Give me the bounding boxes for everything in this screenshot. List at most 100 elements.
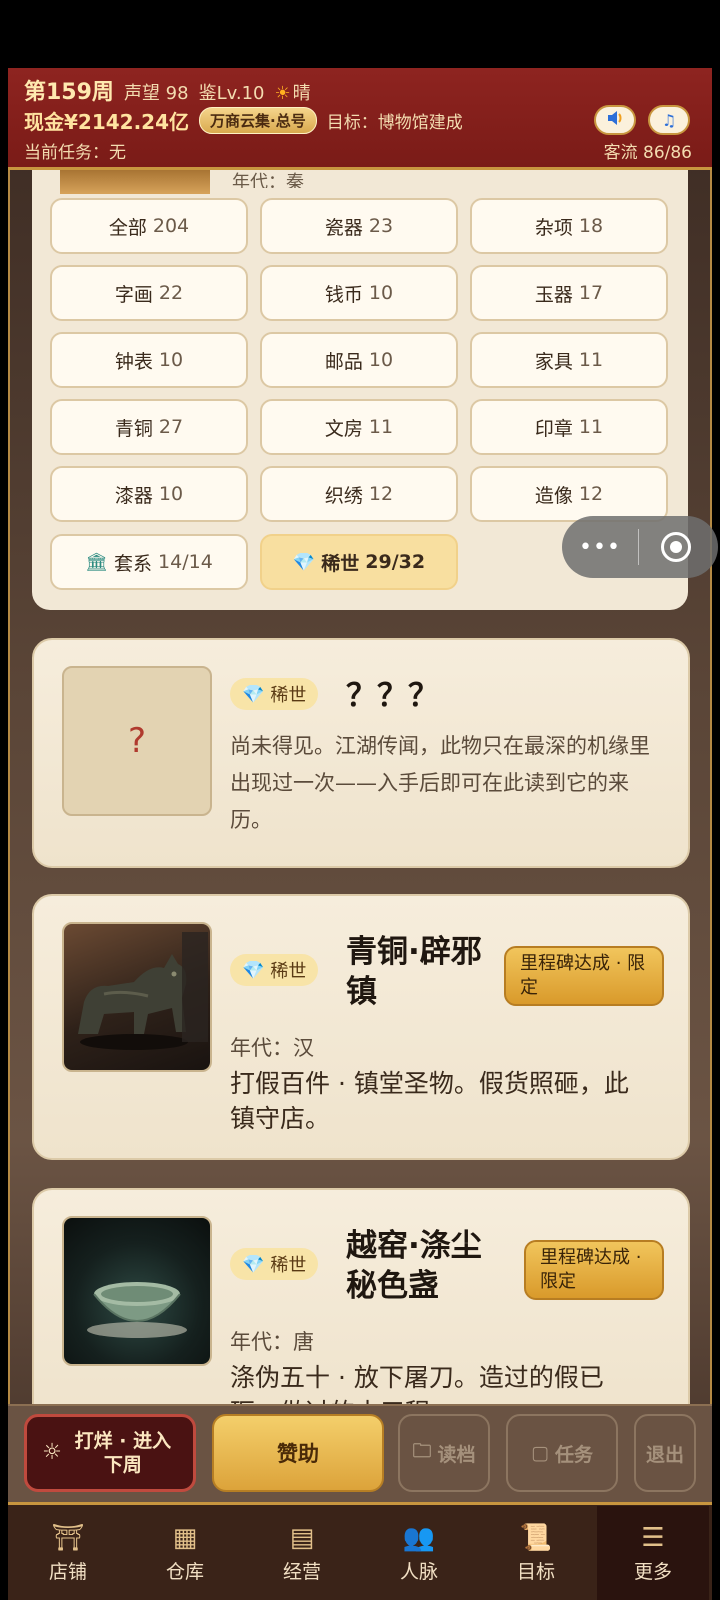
filter-chip[interactable]: 家具 11	[470, 332, 668, 388]
cash-label: 现金¥2142.24亿	[24, 110, 190, 134]
current-task-label: 当前任务：无	[24, 143, 126, 163]
diamond-icon: 💎	[292, 551, 316, 573]
filter-chip-label: 文房	[324, 417, 363, 440]
filter-chip[interactable]: 玉器 17	[470, 265, 668, 321]
milestone-badge: 里程碑达成 · 限定	[504, 946, 664, 1006]
filter-chip[interactable]: 字画 22	[50, 265, 248, 321]
filter-chip-rare[interactable]: 💎 稀世 29/32	[260, 534, 458, 590]
filter-chip-count: 29/32	[365, 551, 426, 573]
card-era: 年代：唐	[230, 1330, 314, 1354]
peek-item-era: 年代：秦	[232, 172, 304, 188]
tab-people[interactable]: 👥 人脉	[363, 1506, 475, 1600]
filter-chip-label: 邮品	[324, 350, 363, 373]
filter-chip-count: 11	[578, 349, 604, 371]
load-save-button[interactable]: 🗀 读档	[398, 1414, 490, 1492]
goal-label: 目标：博物馆建成	[326, 113, 463, 133]
museum-icon: 🏛	[85, 551, 109, 573]
filter-chip[interactable]: 造像 12	[470, 466, 668, 522]
more-icon: ☰	[641, 1522, 665, 1553]
milestone-badge: 里程碑达成 · 限定	[524, 1240, 664, 1300]
status-bar-area	[0, 0, 720, 68]
filter-chip-count: 10	[158, 483, 184, 505]
scroll-icon: 📜	[519, 1522, 553, 1553]
unknown-item-thumbnail: ?	[62, 666, 212, 816]
tab-label: 人脉	[399, 1560, 438, 1583]
tab-scroll[interactable]: 📜 目标	[480, 1506, 592, 1600]
filter-chip[interactable]: 全部 204	[50, 198, 248, 254]
tab-label: 仓库	[165, 1560, 204, 1583]
reputation-label: 声望 98	[123, 83, 189, 104]
filter-chip-label: 织绣	[324, 484, 363, 507]
rare-tag: 💎 稀世	[230, 954, 319, 986]
next-week-button[interactable]: ☼ 打烊 · 进入下周	[24, 1414, 196, 1492]
tasks-button[interactable]: ▢ 任务	[506, 1414, 618, 1492]
filter-chip-label: 家具	[534, 350, 573, 373]
filter-chip-count: 14/14	[158, 551, 213, 573]
music-button[interactable]: ♫	[648, 105, 690, 135]
filter-chip[interactable]: 邮品 10	[260, 332, 458, 388]
filter-chip-count: 22	[158, 282, 184, 304]
filter-chip[interactable]: 印章 11	[470, 399, 668, 455]
filter-chip[interactable]: 织绣 12	[260, 466, 458, 522]
filter-chip-label: 全部	[108, 216, 147, 239]
filter-chip[interactable]: 钱币 10	[260, 265, 458, 321]
filter-chip-label: 钟表	[114, 350, 153, 373]
filter-chip-count: 27	[158, 416, 184, 438]
close-circle-icon[interactable]	[661, 532, 691, 562]
collection-card-yue-kiln-bowl[interactable]: 💎 稀世 越窑·涤尘秘色盏 里程碑达成 · 限定 年代：唐 涤伪五十 · 放下屠…	[32, 1188, 690, 1418]
filter-chip[interactable]: 钟表 10	[50, 332, 248, 388]
capsule-divider	[638, 529, 639, 565]
traffic-label: 客流 86/86	[603, 143, 692, 163]
filter-chip-count: 12	[578, 483, 604, 505]
more-options-icon[interactable]: •••	[562, 535, 638, 560]
tab-label: 目标	[516, 1560, 555, 1583]
mini-program-capsule: •••	[562, 516, 718, 578]
filter-chip[interactable]: 漆器 10	[50, 466, 248, 522]
sound-button[interactable]	[594, 105, 636, 135]
collection-card-unknown[interactable]: ? 💎 稀世 ？？？ 尚未得见。江湖传闻，此物只在最深的机缘里出现过一次——入手…	[32, 638, 690, 868]
filter-chip[interactable]: 文房 11	[260, 399, 458, 455]
filter-chip-label: 套系	[114, 552, 153, 575]
bronze-beast-thumbnail	[62, 922, 212, 1072]
filter-chip-count: 17	[578, 282, 604, 304]
collection-card-bronze-guardian[interactable]: 💎 稀世 青铜·辟邪镇 里程碑达成 · 限定 年代：汉 打假百件 · 镇堂圣物。…	[32, 894, 690, 1160]
shop-icon: ⛩	[51, 1522, 85, 1553]
sun-icon: ☀	[274, 83, 291, 104]
sponsor-button[interactable]: 赞助	[212, 1414, 384, 1492]
tab-more[interactable]: ☰ 更多	[597, 1506, 709, 1600]
guild-badge[interactable]: 万商云集·总号	[199, 107, 317, 134]
next-week-label: 打烊 · 进入下周	[74, 1430, 172, 1476]
load-save-label: 读档	[437, 1443, 476, 1466]
speaker-icon	[606, 109, 624, 131]
filter-chip-count: 12	[368, 483, 394, 505]
exit-button[interactable]: 退出	[634, 1414, 696, 1492]
filter-chip[interactable]: 杂项 18	[470, 198, 668, 254]
filter-chip-sets[interactable]: 🏛 套系 14/14	[50, 534, 248, 590]
warehouse-icon: ▦	[172, 1522, 198, 1553]
diamond-icon: 💎	[242, 683, 265, 705]
filter-chip-count: 10	[368, 282, 394, 304]
tab-abacus[interactable]: ▤ 经营	[246, 1506, 358, 1600]
abacus-icon: ▤	[289, 1522, 315, 1553]
tab-label: 店铺	[48, 1560, 87, 1583]
card-description: 尚未得见。江湖传闻，此物只在最深的机缘里出现过一次——入手后即可在此读到它的来历…	[230, 734, 650, 832]
rare-tag: 💎 稀世	[230, 678, 319, 710]
tab-shop[interactable]: ⛩ 店铺	[12, 1506, 124, 1600]
weather-label: 晴	[292, 83, 311, 104]
celadon-bowl-thumbnail	[62, 1216, 212, 1366]
filter-chip-count: 11	[578, 416, 604, 438]
week-label: 第159周	[24, 80, 114, 105]
filter-chip-count: 23	[368, 215, 394, 237]
filter-chip[interactable]: 瓷器 23	[260, 198, 458, 254]
filter-chip-label: 钱币	[324, 283, 363, 306]
folder-icon: 🗀	[412, 1440, 432, 1462]
top-header: 第159周 声望 98 鉴Lv.10 ☀ 晴 现金¥2142.24亿 万商云集·…	[8, 68, 712, 170]
tab-label: 更多	[633, 1560, 672, 1583]
music-note-icon: ♫	[661, 110, 677, 130]
filter-chip[interactable]: 青铜 27	[50, 399, 248, 455]
card-title: 越窑·涤尘秘色盏	[346, 1228, 482, 1304]
tab-warehouse[interactable]: ▦ 仓库	[129, 1506, 241, 1600]
filter-chip-count: 18	[578, 215, 604, 237]
peek-item-thumbnail	[60, 170, 210, 194]
tab-label: 经营	[282, 1560, 321, 1583]
